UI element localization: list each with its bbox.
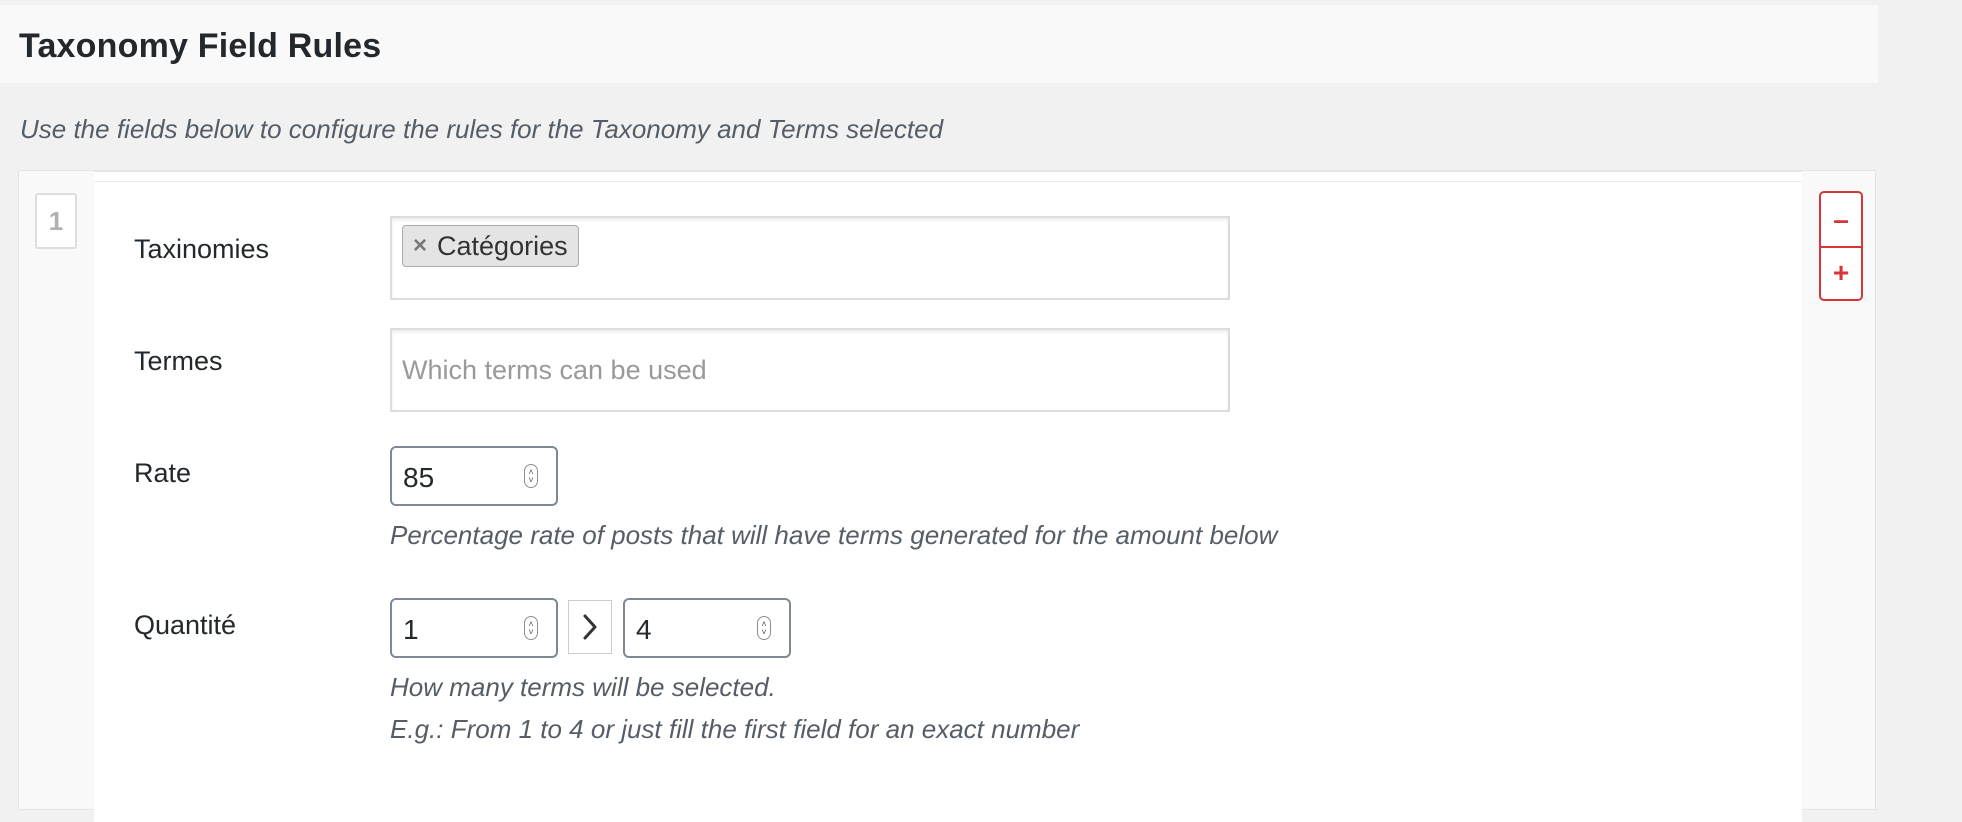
- chevron-right-icon: [583, 614, 597, 640]
- taxonomies-select[interactable]: × Catégories: [390, 216, 1230, 300]
- remove-rule-button[interactable]: –: [1821, 193, 1861, 248]
- spinner-arrows-icon[interactable]: ˄ ˅: [757, 616, 771, 640]
- page-title: Taxonomy Field Rules: [19, 27, 382, 65]
- rate-value: 85: [403, 462, 435, 493]
- quantity-min-value: 1: [403, 614, 419, 645]
- terms-label: Termes: [134, 346, 223, 376]
- page-description: Use the fields below to configure the ru…: [20, 114, 944, 144]
- taxonomy-chip: × Catégories: [402, 225, 579, 267]
- rate-help: Percentage rate of posts that will have …: [390, 520, 1278, 550]
- spinner-arrows-icon[interactable]: ˄ ˅: [524, 464, 538, 488]
- quantity-help-line2: E.g.: From 1 to 4 or just fill the first…: [390, 714, 1080, 744]
- taxonomy-chip-label: Catégories: [437, 230, 568, 261]
- quantity-min-input[interactable]: 1 ˄ ˅: [390, 598, 558, 658]
- page-header: Taxonomy Field Rules: [0, 5, 1878, 83]
- quantity-label: Quantité: [134, 610, 237, 640]
- quantity-max-value: 4: [636, 614, 652, 645]
- terms-placeholder: Which terms can be used: [402, 355, 707, 385]
- taxonomies-label: Taxinomies: [134, 234, 270, 264]
- rule-index-badge[interactable]: 1: [35, 193, 77, 249]
- rate-input[interactable]: 85 ˄ ˅: [390, 446, 558, 506]
- rate-label: Rate: [134, 458, 192, 488]
- rule-controls: – +: [1819, 191, 1863, 301]
- close-icon[interactable]: ×: [413, 232, 427, 260]
- spinner-arrows-icon[interactable]: ˄ ˅: [524, 616, 538, 640]
- range-separator: [568, 600, 612, 654]
- quantity-max-input[interactable]: 4 ˄ ˅: [623, 598, 791, 658]
- quantity-help-line1: How many terms will be selected.: [390, 672, 776, 702]
- page-margin: [1878, 0, 1962, 802]
- terms-select[interactable]: Which terms can be used: [390, 328, 1230, 412]
- add-rule-button[interactable]: +: [1821, 246, 1861, 299]
